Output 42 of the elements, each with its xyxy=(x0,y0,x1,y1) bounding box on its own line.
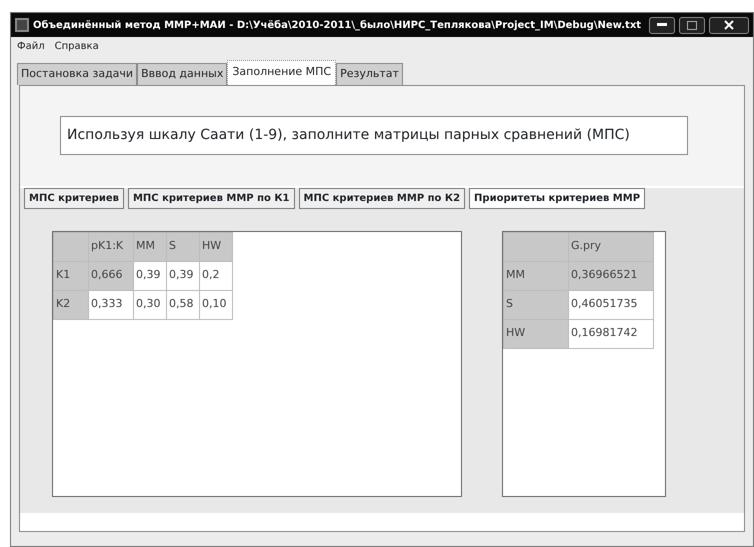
row-header: S xyxy=(504,290,568,319)
maximize-icon xyxy=(687,20,697,30)
menu-item[interactable]: Файл xyxy=(17,39,45,54)
table-cell[interactable]: 0,10 xyxy=(200,290,232,319)
table-cell[interactable]: 0,39 xyxy=(134,261,166,290)
column-header: pK1:K xyxy=(88,232,134,261)
grid-header-cell xyxy=(504,232,568,261)
table-cell[interactable]: 0,36966521 xyxy=(568,261,654,290)
minimize-icon xyxy=(657,23,667,27)
row-header: K2 xyxy=(54,290,88,319)
tab[interactable]: Заполнение МПС xyxy=(227,60,336,84)
row-header: MM xyxy=(504,261,568,290)
row-header: K1 xyxy=(54,261,88,290)
tab[interactable]: Вввод данных xyxy=(137,63,228,84)
table-cell[interactable]: 0,58 xyxy=(166,290,200,319)
app-icon xyxy=(15,18,29,32)
table-cell[interactable]: 0,666 xyxy=(88,261,134,290)
column-header: G.pry xyxy=(568,232,654,261)
window-title: Объединённый метод ММР+МАИ - D:\Учёба\2010-2011\_было\НИРС_Теплякова\Project_IM\Debug\New.txt xyxy=(33,18,642,32)
table-cell[interactable]: 0,2 xyxy=(200,261,232,290)
menu-item[interactable]: Справка xyxy=(54,39,99,54)
close-icon xyxy=(724,20,734,30)
row-header: HW xyxy=(504,319,568,348)
tab[interactable]: Постановка задачи xyxy=(17,63,138,84)
tab[interactable]: МПС критериев ММР по К2 xyxy=(298,188,466,208)
tab[interactable]: МПС критериев ММР по К1 xyxy=(128,188,294,208)
tab[interactable]: Приоритеты критериев ММР xyxy=(469,188,646,208)
column-header: S xyxy=(166,232,200,261)
table-cell[interactable]: 0,46051735 xyxy=(568,290,654,319)
table-cell[interactable]: 0,39 xyxy=(166,261,200,290)
close-button[interactable] xyxy=(709,16,749,34)
column-header: HW xyxy=(200,232,232,261)
table-cell[interactable]: 0,333 xyxy=(88,290,134,319)
table-cell[interactable]: 0,16981742 xyxy=(568,319,654,348)
tab[interactable]: МПС критериев xyxy=(24,188,124,208)
column-header: MM xyxy=(134,232,166,261)
table-cell[interactable]: 0,30 xyxy=(134,290,166,319)
instruction-label: Используя шкалу Саати (1-9), заполните матрицы парных сравнений (МПС) xyxy=(60,116,688,155)
grid-header-cell xyxy=(54,232,88,261)
minimize-button[interactable] xyxy=(649,16,675,34)
tab[interactable]: Результат xyxy=(336,63,403,84)
maximize-button[interactable] xyxy=(679,16,705,34)
